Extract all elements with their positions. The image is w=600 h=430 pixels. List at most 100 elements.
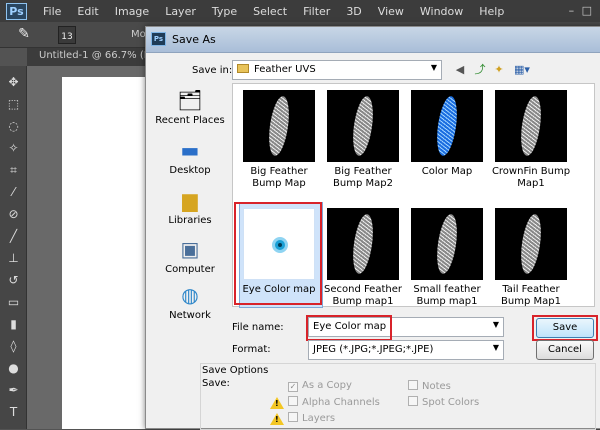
file-item[interactable]: Tail Feather Bump Map1	[489, 208, 573, 308]
file-name: CrownFin Bump Map1	[491, 166, 571, 189]
document-tab[interactable]: Untitled-1 @ 66.7% (Lay	[39, 50, 161, 61]
marquee-tool-icon[interactable]: ⬚	[5, 96, 22, 113]
file-thumbnail	[495, 208, 567, 280]
folder-icon	[237, 64, 249, 73]
type-tool-icon[interactable]: T	[5, 404, 22, 421]
blur-tool-icon[interactable]: ◊	[5, 338, 22, 355]
file-name: Big Feather Bump Map	[250, 166, 308, 189]
menu-edit[interactable]: Edit	[69, 5, 106, 18]
place-recent[interactable]: 🗂 Recent Places	[152, 87, 228, 126]
menu-help[interactable]: Help	[471, 5, 512, 18]
place-desktop[interactable]: ▬ Desktop	[152, 137, 228, 176]
checkbox-label: Notes	[422, 381, 451, 392]
menu-window[interactable]: Window	[412, 5, 471, 18]
eyedropper-icon[interactable]: ⁄	[5, 184, 22, 201]
selected-file-highlight-box	[234, 202, 322, 305]
brush-size-picker[interactable]: 13	[58, 26, 76, 44]
menu-file[interactable]: File	[35, 5, 69, 18]
alpha-channels-checkbox[interactable]: Alpha Channels	[288, 396, 380, 408]
place-label: Desktop	[169, 165, 211, 176]
healing-brush-icon[interactable]: ⊘	[5, 206, 22, 223]
feather-image	[433, 95, 461, 157]
feather-image	[265, 95, 293, 157]
menu-bar: Ps File Edit Image Layer Type Select Fil…	[0, 0, 600, 22]
new-folder-icon[interactable]: ✦	[491, 62, 507, 78]
file-item[interactable]: CrownFin Bump Map1	[489, 90, 573, 190]
lasso-tool-icon[interactable]: ✎	[14, 26, 34, 44]
menu-type[interactable]: Type	[204, 5, 245, 18]
brush-tool-icon[interactable]: ╱	[5, 228, 22, 245]
desktop-icon: ▬	[180, 138, 200, 162]
cancel-button[interactable]: Cancel	[536, 340, 594, 360]
network-icon: ◍	[181, 283, 199, 307]
as-a-copy-checkbox[interactable]: ✓ As a Copy	[288, 380, 352, 392]
filename-highlight-box	[306, 315, 392, 341]
back-icon[interactable]: ◀	[452, 62, 468, 78]
file-item[interactable]: Color Map	[405, 90, 489, 178]
feather-image	[349, 213, 377, 275]
move-tool-icon[interactable]: ✥	[5, 74, 22, 91]
menu-view[interactable]: View	[370, 5, 412, 18]
checkbox-label: Layers	[302, 413, 336, 424]
up-folder-icon[interactable]: ⤴	[472, 62, 488, 78]
file-thumbnail	[327, 90, 399, 162]
photoshop-logo: Ps	[6, 2, 27, 20]
save-in-dropdown[interactable]: Feather UVS ▼	[232, 60, 442, 80]
menu-select[interactable]: Select	[245, 5, 295, 18]
dodge-tool-icon[interactable]: ●	[5, 360, 22, 377]
save-options-title: Save Options	[202, 365, 269, 376]
warning-icon: !	[270, 397, 284, 409]
crop-tool-icon[interactable]: ⌗	[5, 162, 22, 179]
place-network[interactable]: ◍ Network	[152, 282, 228, 321]
libraries-icon: ▆	[182, 188, 198, 212]
dialog-title: Save As	[172, 33, 216, 46]
file-name: Tail Feather Bump Map1	[501, 284, 561, 307]
pen-tool-icon[interactable]: ✒	[5, 382, 22, 399]
file-name: Color Map	[421, 166, 473, 177]
checkmark-icon: ✓	[288, 382, 298, 392]
format-dropdown[interactable]: JPEG (*.JPG;*.JPEG;*.JPE) ▼	[308, 340, 504, 360]
notes-checkbox[interactable]: Notes	[408, 380, 451, 392]
view-menu-icon[interactable]: ▦▾	[511, 62, 533, 78]
lasso-icon[interactable]: ◌	[5, 118, 22, 135]
file-thumbnail	[495, 90, 567, 162]
place-computer[interactable]: ▣ Computer	[152, 236, 228, 275]
history-brush-icon[interactable]: ↺	[5, 272, 22, 289]
file-item[interactable]: Small feather Bump map1	[405, 208, 489, 308]
checkbox-label: As a Copy	[302, 380, 352, 391]
place-libraries[interactable]: ▆ Libraries	[152, 187, 228, 226]
eraser-icon[interactable]: ▭	[5, 294, 22, 311]
file-item[interactable]: Big Feather Bump Map2	[321, 90, 405, 190]
menu-filter[interactable]: Filter	[295, 5, 338, 18]
save-in-value: Feather UVS	[254, 64, 316, 75]
gradient-tool-icon[interactable]: ▮	[5, 316, 22, 333]
quick-select-icon[interactable]: ✧	[5, 140, 22, 157]
checkbox-label: Alpha Channels	[302, 397, 380, 408]
spot-colors-checkbox[interactable]: Spot Colors	[408, 396, 479, 408]
feather-image	[349, 95, 377, 157]
layers-checkbox[interactable]: Layers	[288, 412, 335, 424]
file-thumbnail	[411, 208, 483, 280]
file-thumbnail	[327, 208, 399, 280]
menu-image[interactable]: Image	[107, 5, 157, 18]
place-label: Libraries	[168, 215, 212, 226]
file-name: Big Feather Bump Map2	[333, 166, 393, 189]
save-button-highlight-box	[532, 315, 598, 341]
file-thumbnail	[243, 90, 315, 162]
save-as-dialog: Ps Save As Save in: Feather UVS ▼ ◀ ⤴ ✦ …	[145, 26, 600, 430]
chevron-down-icon: ▼	[430, 63, 437, 72]
menu-layer[interactable]: Layer	[157, 5, 204, 18]
tools-panel: ✥ ⬚ ◌ ✧ ⌗ ⁄ ⊘ ╱ ⊥ ↺ ▭ ▮ ◊ ● ✒ T	[0, 66, 27, 429]
file-item[interactable]: Big Feather Bump Map	[237, 90, 321, 190]
save-in-label: Save in:	[192, 65, 233, 76]
checkbox-label: Spot Colors	[422, 397, 480, 408]
feather-image	[517, 213, 545, 275]
format-label: Format:	[232, 344, 271, 355]
clone-stamp-icon[interactable]: ⊥	[5, 250, 22, 267]
filename-label: File name:	[232, 322, 284, 333]
file-thumbnail	[411, 90, 483, 162]
menu-3d[interactable]: 3D	[338, 5, 369, 18]
window-controls[interactable]: – □	[569, 4, 594, 17]
file-item[interactable]: Second Feather Bump map1	[321, 208, 405, 308]
dialog-title-bar[interactable]: Ps Save As	[146, 27, 600, 53]
